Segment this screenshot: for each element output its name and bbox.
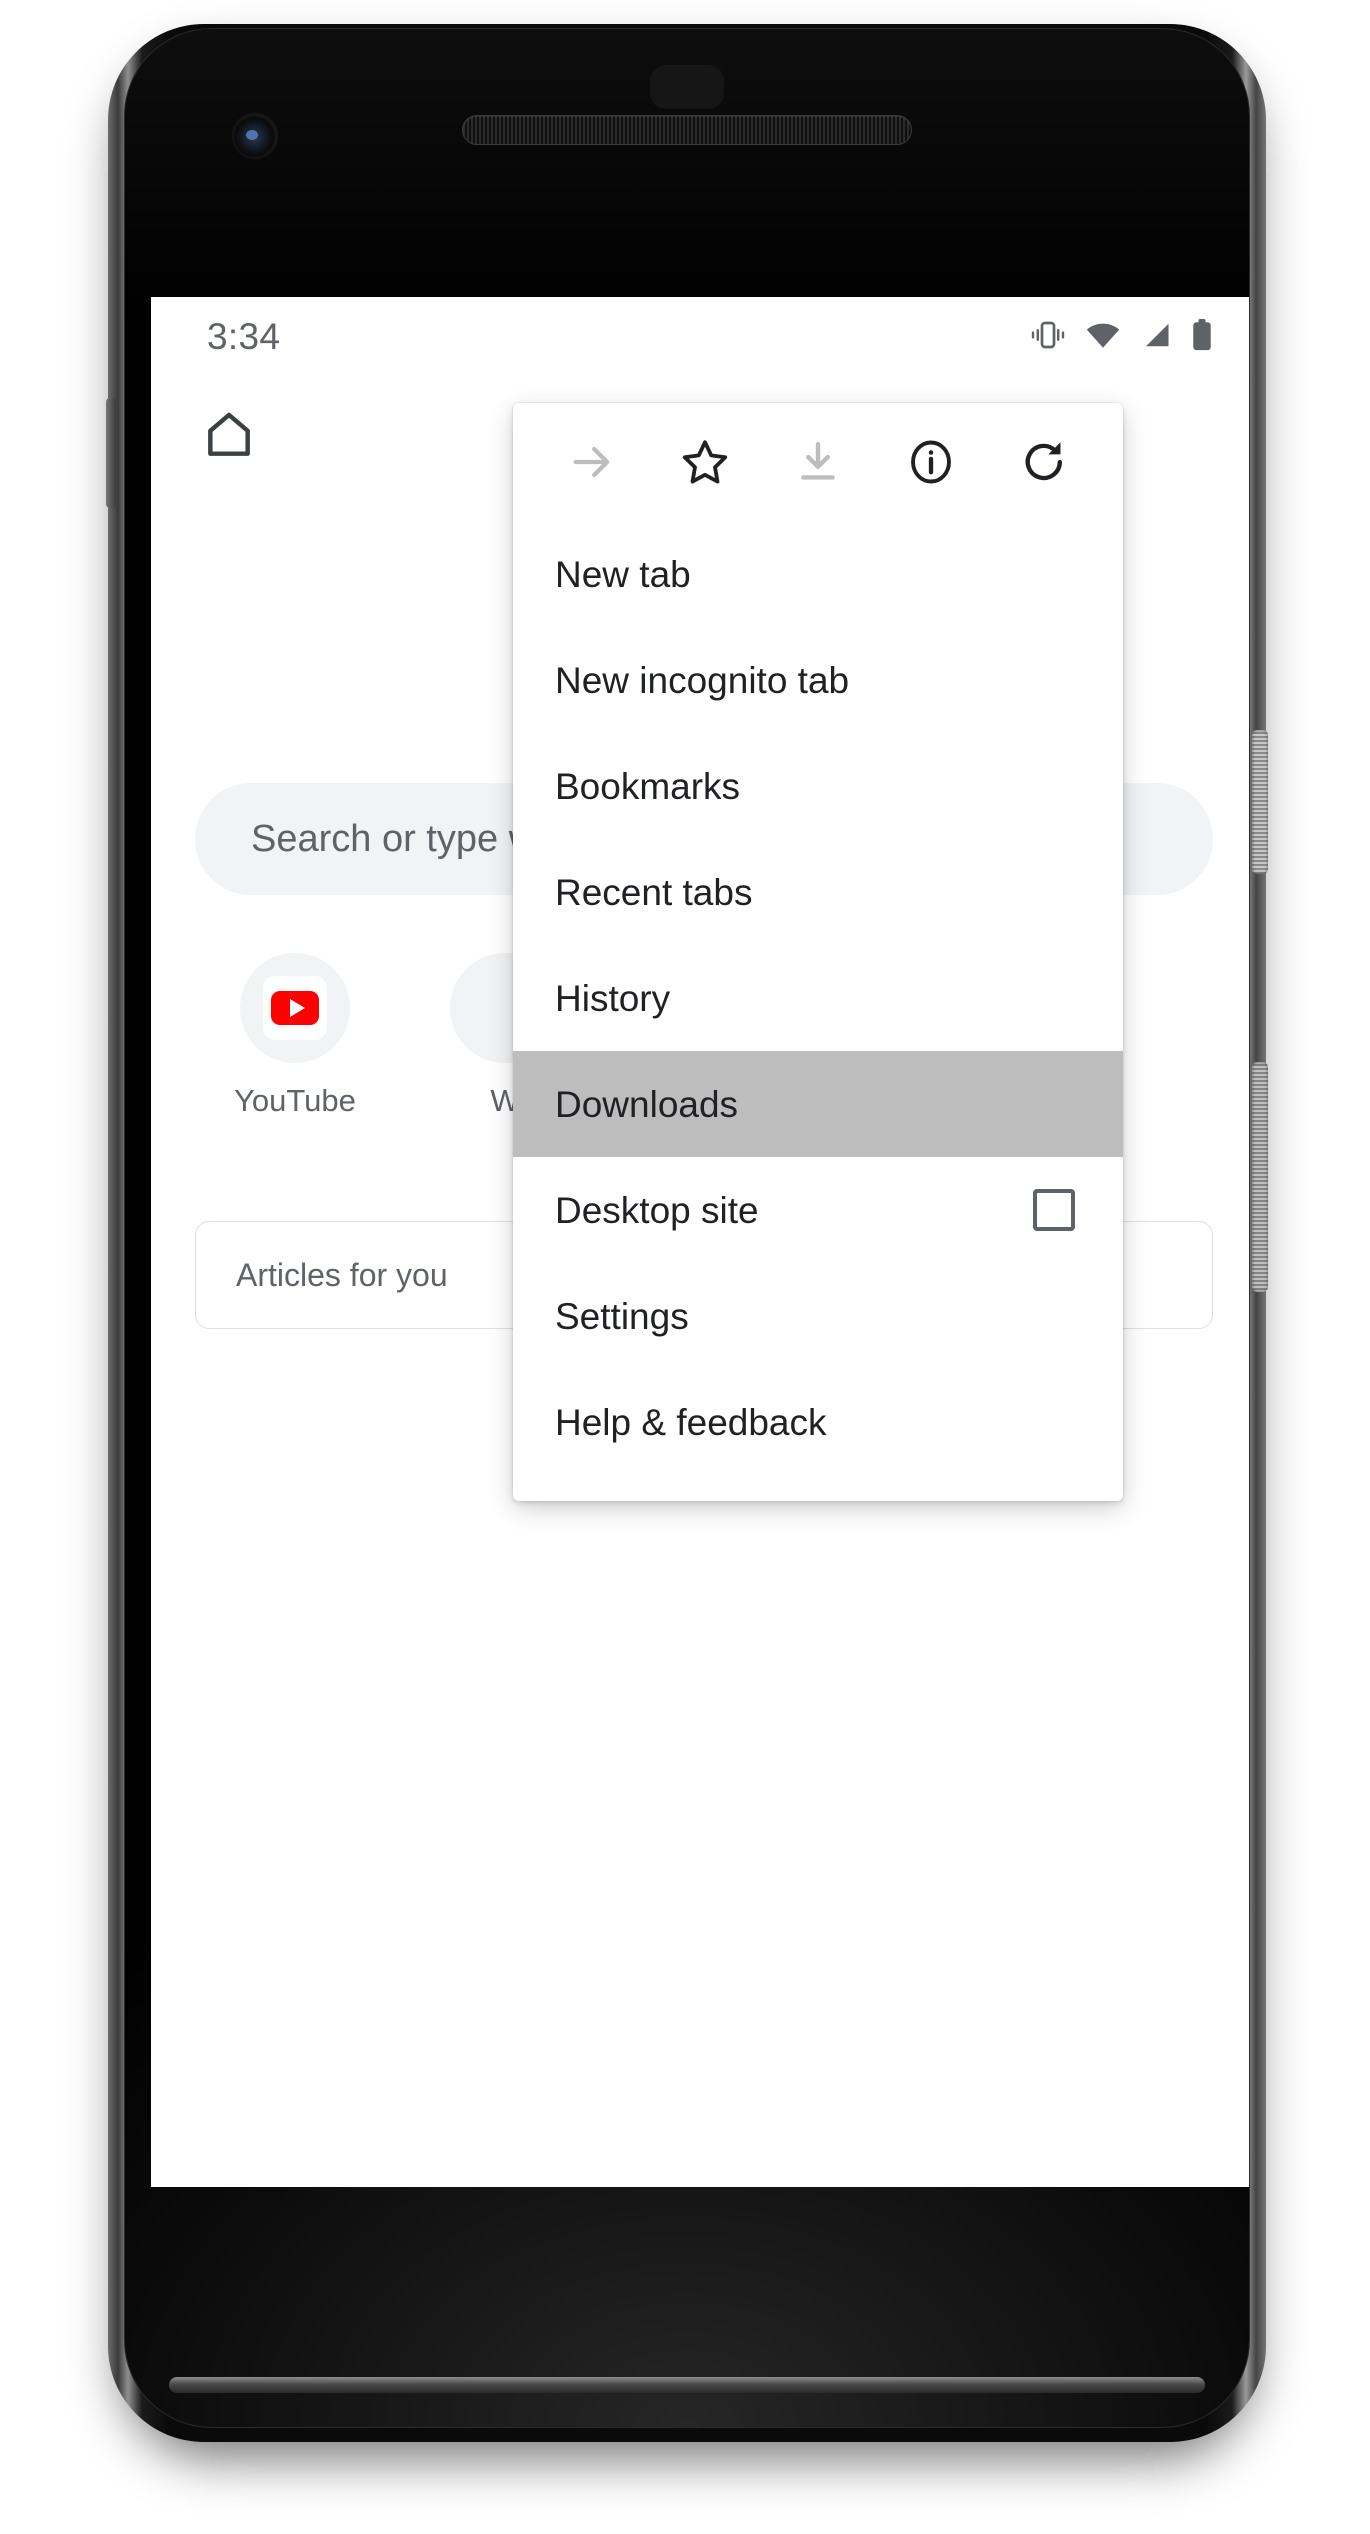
menu-item-label: New tab (555, 553, 691, 595)
sim-tray (106, 398, 116, 508)
menu-item-label: Recent tabs (555, 871, 753, 913)
menu-item-bookmarks[interactable]: Bookmarks (513, 733, 1123, 839)
front-camera (233, 114, 277, 158)
menu-item-label: Downloads (555, 1083, 739, 1125)
phone-device: 3:34 Search or type web address YouTube … (106, 18, 1268, 2488)
volume-rocker-button[interactable] (1252, 1062, 1268, 1292)
star-icon[interactable] (648, 403, 761, 521)
menu-item-label: Desktop site (555, 1189, 759, 1231)
menu-item-list: New tab New incognito tab Bookmarks Rece… (513, 521, 1123, 1501)
desktop-site-checkbox[interactable] (1033, 1189, 1075, 1231)
forward-icon[interactable] (535, 403, 648, 521)
cellular-signal-icon (1140, 320, 1173, 350)
wifi-icon (1084, 320, 1122, 350)
proximity-sensor (650, 65, 724, 109)
power-button[interactable] (1252, 730, 1268, 874)
menu-item-new-tab[interactable]: New tab (513, 521, 1123, 627)
vibrate-icon (1030, 320, 1066, 350)
youtube-play-icon (271, 991, 319, 1025)
menu-item-help-and-feedback[interactable]: Help & feedback (513, 1369, 1123, 1475)
menu-item-label: History (555, 977, 671, 1019)
menu-item-label: Settings (555, 1295, 689, 1337)
chrome-overflow-menu: New tab New incognito tab Bookmarks Rece… (513, 403, 1123, 1501)
reload-icon[interactable] (988, 403, 1101, 521)
menu-item-downloads[interactable]: Downloads (513, 1051, 1123, 1157)
menu-bottom-padding (513, 1475, 1123, 1501)
menu-item-new-incognito-tab[interactable]: New incognito tab (513, 627, 1123, 733)
info-icon[interactable] (875, 403, 988, 521)
home-icon[interactable] (195, 401, 263, 469)
menu-item-history[interactable]: History (513, 945, 1123, 1051)
menu-item-desktop-site[interactable]: Desktop site (513, 1157, 1123, 1263)
menu-item-label: Bookmarks (555, 765, 741, 807)
tile-youtube[interactable]: YouTube (195, 953, 395, 1119)
status-bar-clock: 3:34 (207, 316, 281, 357)
phone-screen: 3:34 Search or type web address YouTube … (151, 297, 1249, 2187)
earpiece-speaker-grille (462, 115, 912, 145)
youtube-badge (263, 976, 327, 1040)
device-bottom-lip (169, 2377, 1205, 2393)
tile-label: YouTube (234, 1083, 356, 1118)
device-body: 3:34 Search or type web address YouTube … (124, 28, 1250, 2428)
youtube-icon (240, 953, 350, 1063)
articles-for-you-label: Articles for you (236, 1256, 448, 1293)
menu-item-label: Help & feedback (555, 1401, 827, 1443)
menu-icon-row (513, 403, 1123, 521)
status-bar-icons (1030, 319, 1213, 351)
menu-item-recent-tabs[interactable]: Recent tabs (513, 839, 1123, 945)
status-bar: 3:34 (151, 297, 1249, 373)
menu-item-label: New incognito tab (555, 659, 850, 701)
battery-icon (1191, 319, 1213, 351)
menu-item-settings[interactable]: Settings (513, 1263, 1123, 1369)
download-icon[interactable] (761, 403, 874, 521)
